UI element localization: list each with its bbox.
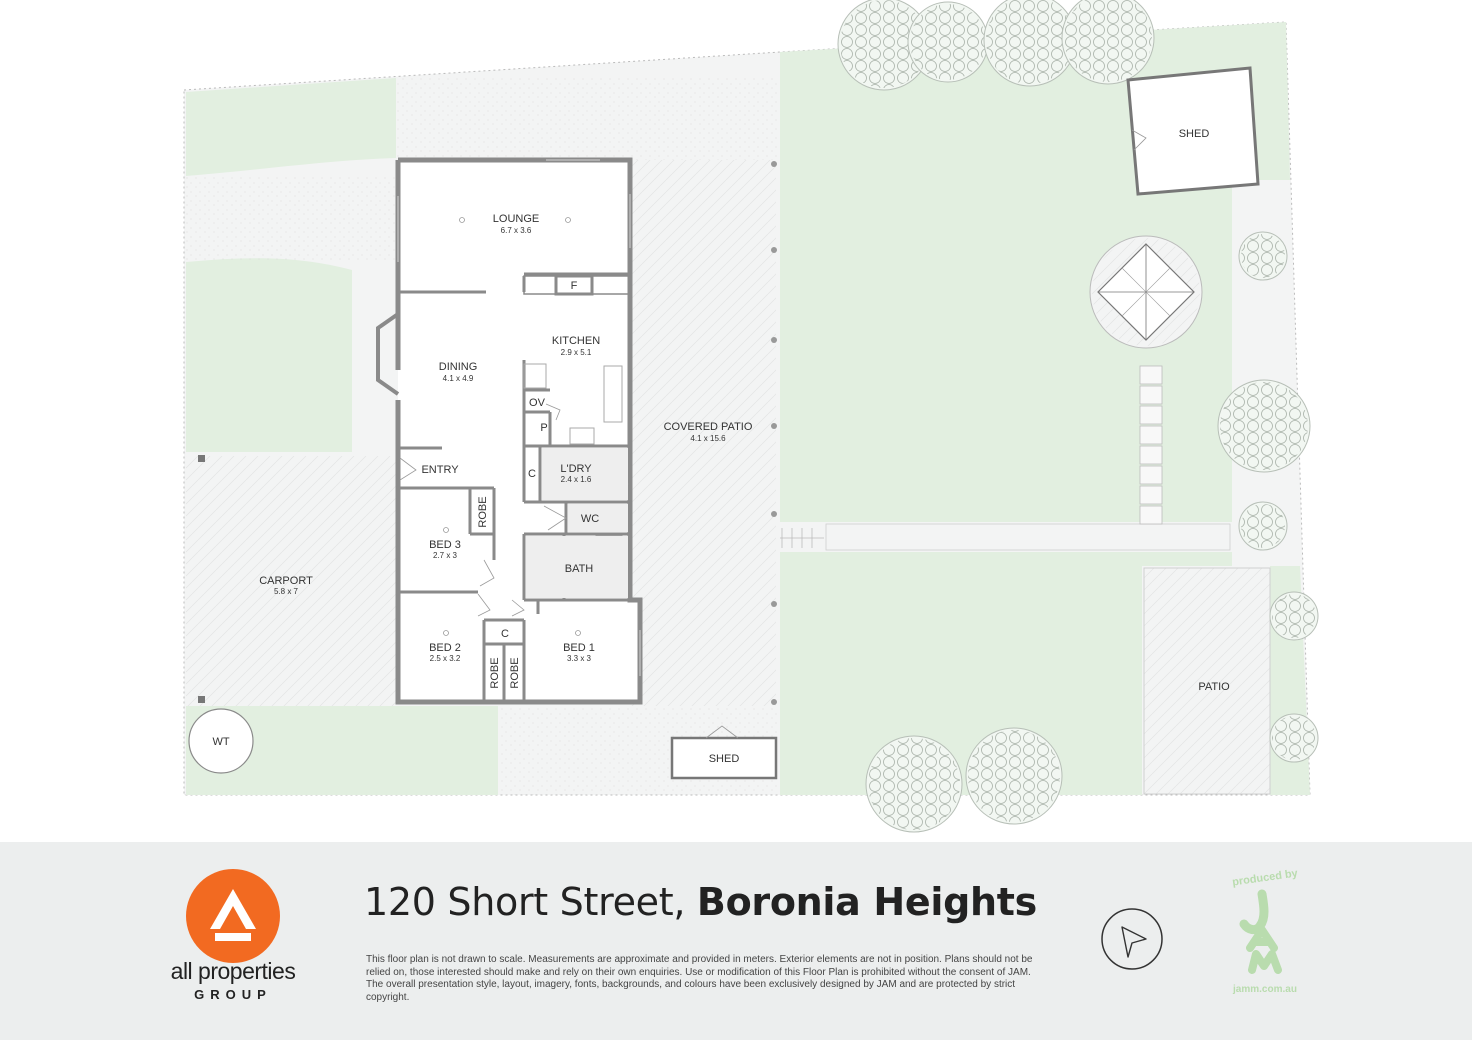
carport-size: 5.8 x 7 — [274, 587, 299, 596]
bath-label: BATH — [565, 563, 594, 575]
property-address: 120 Short Street, Boronia Heights — [364, 880, 1037, 924]
jam-website: jamm.com.au — [1233, 984, 1297, 995]
water-tank: WT — [188, 708, 254, 774]
covered-patio-size: 4.1 x 15.6 — [690, 434, 726, 443]
dining-size: 4.1 x 4.9 — [443, 374, 474, 383]
robe-bed2-label: ROBE — [489, 657, 501, 688]
water-tank-label: WT — [212, 736, 229, 748]
disclaimer-text: This floor plan is not drawn to scale. M… — [366, 954, 1033, 1003]
covered-patio-label: COVERED PATIO — [664, 421, 753, 433]
bed3-label: BED 3 — [429, 539, 461, 551]
jam-logo-icon — [1239, 889, 1282, 974]
oven-label: OV — [529, 397, 546, 409]
brand-name: all properties — [170, 958, 296, 984]
gazebo — [1089, 235, 1203, 349]
shed-label: SHED — [1179, 128, 1210, 140]
all-properties-logo-icon — [186, 869, 280, 963]
robe-bed3-label: ROBE — [477, 496, 489, 527]
laundry-label: L'DRY — [560, 463, 592, 475]
address-suburb: Boronia Heights — [696, 880, 1037, 924]
main-shed: SHED — [1126, 66, 1260, 196]
dining-label: DINING — [439, 361, 478, 373]
lounge-label: LOUNGE — [493, 213, 539, 225]
bed2-label: BED 2 — [429, 642, 461, 654]
house — [376, 157, 643, 705]
carport-label: CARPORT — [259, 575, 313, 587]
bed2-size: 2.5 x 3.2 — [430, 654, 461, 663]
kitchen-size: 2.9 x 5.1 — [561, 348, 592, 357]
bed1-size: 3.3 x 3 — [567, 654, 592, 663]
north-arrow-icon — [1101, 908, 1163, 970]
entry-label: ENTRY — [421, 464, 459, 476]
hall-cupboard-label: C — [501, 628, 509, 640]
floor-plan: SHED SHED WT LOUNGE 6.7 x 3.6 KITCHEN 2.… — [183, 0, 1319, 833]
wc-label: WC — [581, 513, 599, 525]
address-street: 120 Short Street, — [364, 880, 686, 924]
brand-group: GROUP — [194, 987, 272, 1002]
patio-label: PATIO — [1198, 681, 1230, 693]
kitchen-label: KITCHEN — [552, 335, 600, 347]
lounge-size: 6.7 x 3.6 — [501, 226, 532, 235]
laundry-size: 2.4 x 1.6 — [561, 475, 592, 484]
pantry-label: P — [540, 422, 547, 434]
robe-bed1-label: ROBE — [509, 657, 521, 688]
laundry-cupboard-label: C — [528, 468, 536, 480]
small-shed-label: SHED — [709, 753, 740, 765]
bed3-size: 2.7 x 3 — [433, 551, 458, 560]
fridge-label: F — [571, 280, 578, 292]
bed1-label: BED 1 — [563, 642, 595, 654]
